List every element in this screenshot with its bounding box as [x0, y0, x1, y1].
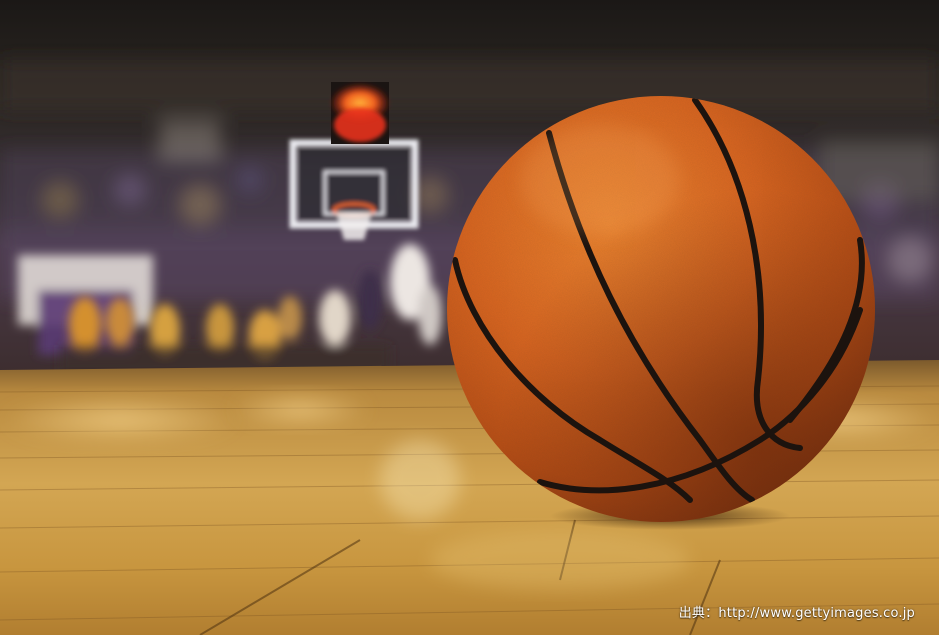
shot-clock — [330, 82, 390, 144]
photo-credit: 出典：http://www.gettyimages.co.jp — [678, 606, 915, 621]
backboard — [289, 139, 419, 240]
photo-scene: 出典：http://www.gettyimages.co.jp — [0, 0, 939, 635]
basketball-photo — [0, 0, 939, 635]
